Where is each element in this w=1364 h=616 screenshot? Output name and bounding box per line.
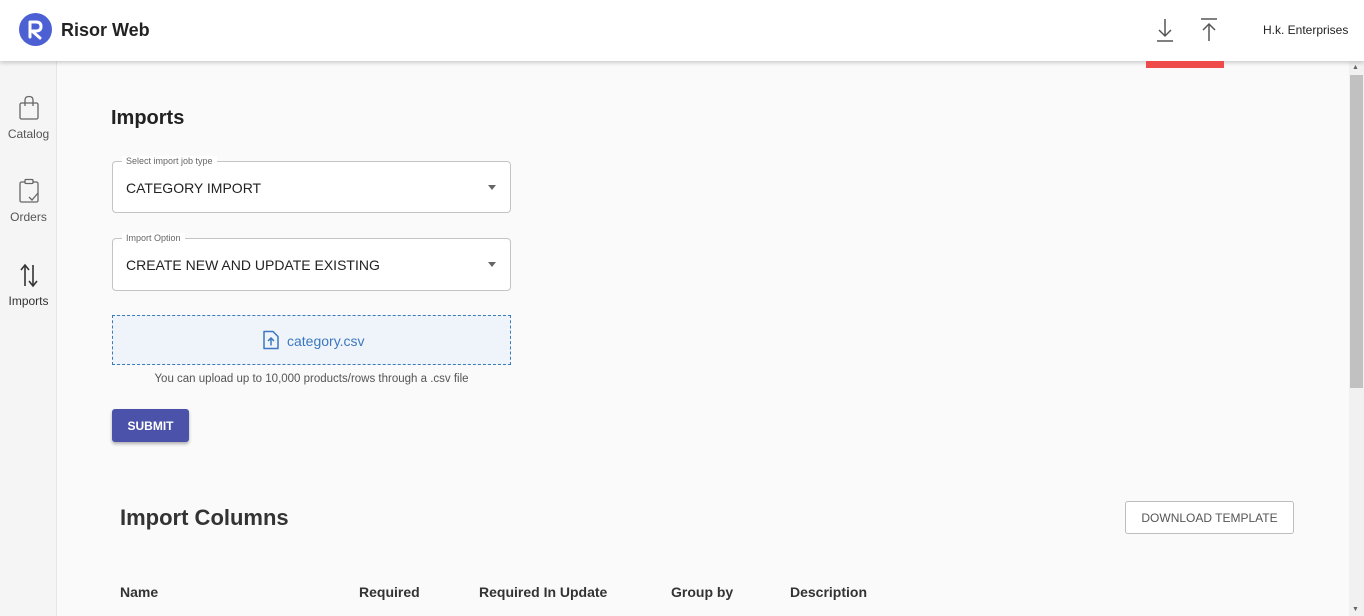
active-indicator	[1146, 61, 1224, 68]
section-title: Import Columns	[120, 505, 289, 530]
sidebar-item-imports[interactable]: Imports	[0, 262, 57, 308]
caret-down-icon	[488, 185, 496, 190]
import-job-type-select[interactable]: Select import job type CATEGORY IMPORT	[112, 156, 511, 213]
download-template-button[interactable]: DOWNLOAD TEMPLATE	[1125, 501, 1294, 534]
sidebar: Catalog Orders Imports	[0, 61, 57, 616]
column-header: Required In Update	[479, 584, 608, 600]
submit-button[interactable]: SUBMIT	[112, 409, 189, 442]
scroll-down-icon[interactable]: ▼	[1352, 606, 1359, 613]
download-arrow-icon[interactable]	[1152, 16, 1178, 44]
scroll-up-icon[interactable]: ▲	[1352, 64, 1359, 71]
top-app-bar: Risor Web H.k. Enterprises	[0, 0, 1364, 61]
import-option-select[interactable]: Import Option CREATE NEW AND UPDATE EXIS…	[112, 233, 511, 291]
upload-arrow-icon[interactable]	[1196, 16, 1222, 44]
select-label: Import Option	[122, 233, 185, 244]
sidebar-item-label: Catalog	[7, 127, 50, 141]
app-title: Risor Web	[61, 20, 150, 40]
select-label: Select import job type	[122, 156, 217, 167]
select-value: CATEGORY IMPORT	[126, 180, 262, 196]
column-header: Required	[359, 584, 420, 600]
file-dropzone[interactable]: category.csv	[112, 315, 511, 365]
scrollbar-thumb[interactable]	[1350, 75, 1363, 388]
sidebar-item-orders[interactable]: Orders	[0, 178, 57, 224]
column-header: Name	[120, 584, 159, 600]
swap-vertical-icon	[19, 263, 38, 288]
caret-down-icon	[488, 262, 496, 267]
company-name[interactable]: H.k. Enterprises	[1263, 23, 1348, 37]
upload-hint: You can upload up to 10,000 products/row…	[154, 373, 469, 385]
sidebar-item-label: Orders	[10, 210, 47, 224]
sidebar-item-catalog[interactable]: Catalog	[0, 95, 57, 141]
select-value: CREATE NEW AND UPDATE EXISTING	[126, 257, 380, 273]
file-upload-icon	[263, 330, 279, 350]
column-header: Description	[790, 584, 868, 600]
sidebar-item-label: Imports	[8, 294, 49, 308]
column-header: Group by	[671, 584, 734, 600]
page-title: Imports	[111, 107, 185, 129]
shopping-bag-icon	[18, 95, 39, 120]
clipboard-check-icon	[18, 178, 39, 203]
selected-file-name: category.csv	[287, 333, 365, 349]
risor-logo-icon[interactable]	[19, 13, 52, 46]
